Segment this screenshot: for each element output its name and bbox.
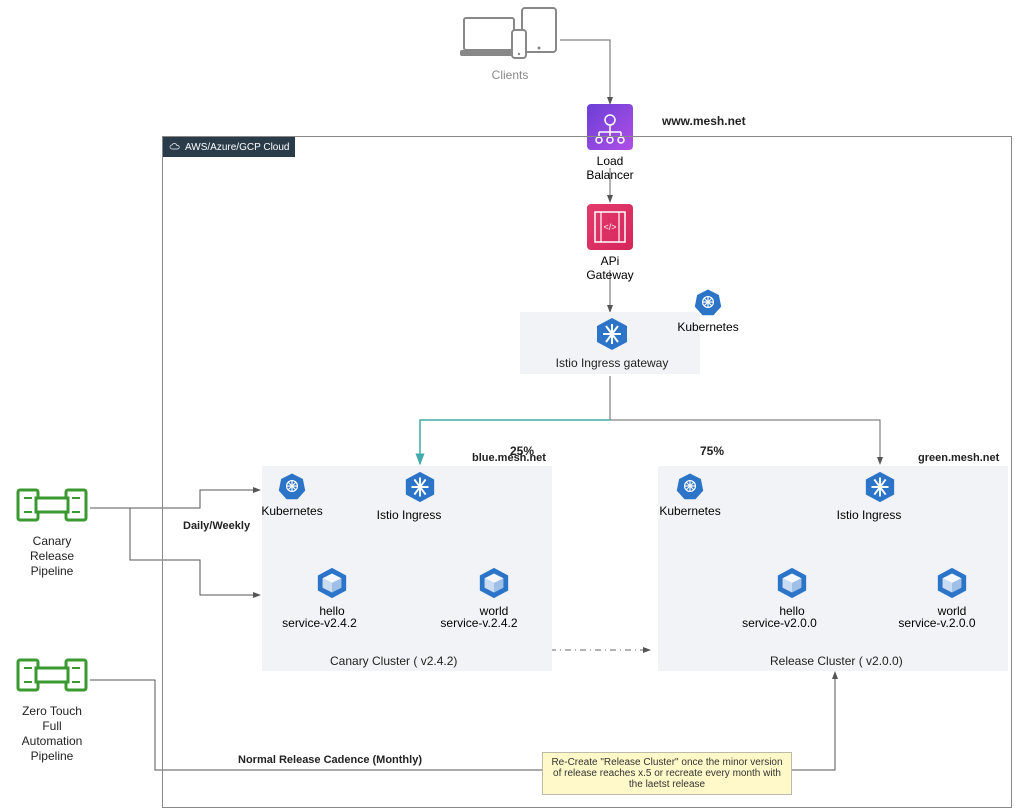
svg-text:</>: </> (603, 222, 616, 232)
green-cluster-label: Release Cluster ( v2.0.0) (770, 654, 903, 668)
blue-cluster-label: Canary Cluster ( v2.4.2) (330, 654, 457, 668)
zero-touch-pipeline-icon (16, 648, 88, 703)
k8s-gateway-label: Kubernetes (677, 320, 738, 334)
split-right: 75% (700, 444, 724, 458)
zero-touch-pipeline-label: Zero Touch Full Automation Pipeline (14, 704, 90, 764)
k8s-blue-node: Kubernetes (272, 472, 312, 518)
hello-green-ver: service-v2.0.0 (735, 616, 825, 630)
cloud-icon (169, 142, 181, 152)
kubernetes-icon (676, 472, 704, 500)
istio-icon (594, 316, 630, 352)
hello-blue-ver: service-v2.4.2 (275, 616, 365, 630)
api-gateway-icon: </> (587, 204, 633, 250)
cube-icon (477, 566, 511, 600)
clients-node: Clients (455, 4, 565, 82)
api-gateway-node: </> APi Gateway (584, 204, 636, 283)
note-box: Re-Create "Release Cluster" once the min… (542, 752, 792, 795)
green-domain: green.mesh.net (918, 452, 999, 464)
cube-icon (775, 566, 809, 600)
canary-pipeline-label: Canary Release Pipeline (18, 534, 86, 579)
k8s-green-node: Kubernetes (670, 472, 710, 518)
cube-icon (315, 566, 349, 600)
world-green-ver: service-v.2.0.0 (887, 616, 987, 630)
cloud-header: AWS/Azure/GCP Cloud (163, 137, 295, 157)
normal-cadence-label: Normal Release Cadence (Monthly) (238, 754, 422, 766)
mesh-url: www.mesh.net (662, 114, 746, 128)
daily-weekly-label: Daily/Weekly (183, 520, 250, 532)
k8s-gateway-node: Kubernetes (688, 288, 728, 334)
hello-blue-node: hello service-v2.4.2 (312, 566, 352, 631)
blue-domain: blue.mesh.net (472, 452, 546, 464)
istio-icon (863, 470, 897, 504)
api-gateway-label: APi Gateway (584, 254, 636, 283)
kubernetes-icon (694, 288, 722, 316)
canary-pipeline-icon (16, 478, 88, 533)
k8s-green-label: Kubernetes (659, 504, 720, 518)
world-green-node: world service-v.2.0.0 (932, 566, 972, 631)
istio-blue-node: Istio Ingress (402, 470, 438, 522)
istio-green-label: Istio Ingress (829, 508, 909, 522)
k8s-blue-label: Kubernetes (261, 504, 322, 518)
kubernetes-icon (278, 472, 306, 500)
clients-label: Clients (492, 68, 529, 82)
world-blue-ver: service-v.2.4.2 (429, 616, 529, 630)
devices-icon (460, 4, 560, 64)
istio-gateway-node (592, 316, 632, 352)
cloud-title: AWS/Azure/GCP Cloud (185, 142, 289, 153)
istio-icon (403, 470, 437, 504)
istio-gateway-label: Istio Ingress gateway (542, 356, 682, 370)
istio-green-node: Istio Ingress (862, 470, 898, 522)
hello-green-node: hello service-v2.0.0 (772, 566, 812, 631)
istio-blue-label: Istio Ingress (369, 508, 449, 522)
cube-icon (935, 566, 969, 600)
world-blue-node: world service-v.2.4.2 (474, 566, 514, 631)
